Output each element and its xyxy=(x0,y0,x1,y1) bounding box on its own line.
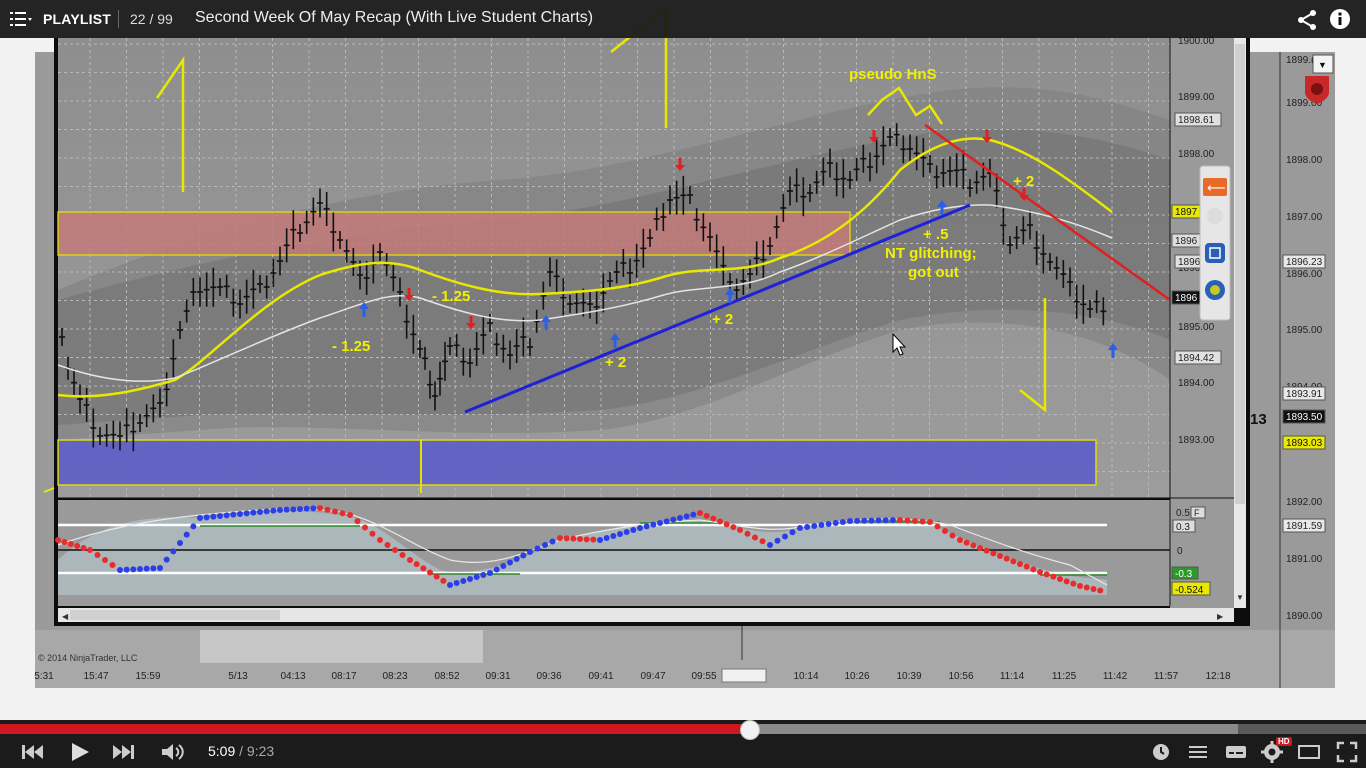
annotation-plus2-c: + 2 xyxy=(1013,173,1034,190)
playlist-position: 22 / 99 xyxy=(130,11,173,27)
svg-text:1897: 1897 xyxy=(1175,207,1198,218)
copyright: © 2014 NinjaTrader, LLC xyxy=(38,653,138,663)
svg-text:-0.3: -0.3 xyxy=(1175,569,1193,580)
time-label: 5/13 xyxy=(228,671,248,682)
time-label: 12:18 xyxy=(1205,671,1230,682)
time-label: 5:31 xyxy=(34,671,54,682)
playlist-label[interactable]: PLAYLIST xyxy=(43,11,111,27)
time-label: 09:47 xyxy=(640,671,665,682)
title-bar: PLAYLIST 22 / 99 Second Week Of May Reca… xyxy=(0,0,1366,38)
hd-badge: HD xyxy=(1276,737,1292,746)
time-label: 08:52 xyxy=(434,671,459,682)
inner-price-label: 1898.00 xyxy=(1178,149,1215,160)
time-label: 09:31 xyxy=(485,671,510,682)
svg-text:▼: ▼ xyxy=(1318,60,1327,70)
video-player[interactable]: pseudo HnS - 1.25 - 1.25 + 2 + 2 + 2 + .… xyxy=(0,0,1366,768)
annotation-plus05: + .5 xyxy=(923,226,948,243)
time-label: 15:59 xyxy=(135,671,160,682)
annotation-glitch-1: NT glitching; xyxy=(885,245,977,262)
label-13: 13 xyxy=(1250,411,1267,428)
svg-text:-0.524: -0.524 xyxy=(1175,585,1204,596)
captions-icon[interactable] xyxy=(1224,740,1248,764)
inner-price-label: 1899.00 xyxy=(1178,92,1215,103)
time-label: 08:17 xyxy=(331,671,356,682)
chart-screenshot: pseudo HnS - 1.25 - 1.25 + 2 + 2 + 2 + .… xyxy=(0,0,1366,720)
annotation-plus2-b: + 2 xyxy=(712,311,733,328)
svg-text:0: 0 xyxy=(1177,546,1183,557)
svg-text:◀: ◀ xyxy=(62,612,69,621)
time-label: 11:25 xyxy=(1052,671,1077,682)
time-label: 11:42 xyxy=(1103,671,1128,682)
outer-price-label: 1892.00 xyxy=(1286,497,1323,508)
fullscreen-icon[interactable] xyxy=(1335,740,1359,764)
svg-text:1896: 1896 xyxy=(1175,236,1198,247)
time-label: 10:39 xyxy=(896,671,921,682)
playlist-menu-icon[interactable] xyxy=(1186,740,1210,764)
time-label: 10:56 xyxy=(948,671,973,682)
annotation-minus125-a: - 1.25 xyxy=(332,338,370,355)
time-display: 5:09 / 9:23 xyxy=(208,743,274,759)
svg-text:0.5: 0.5 xyxy=(1176,508,1190,519)
svg-text:▼: ▼ xyxy=(1236,593,1244,602)
time-label: 15:47 xyxy=(83,671,108,682)
playlist-icon[interactable] xyxy=(10,10,32,28)
svg-text:▶: ▶ xyxy=(1217,612,1224,621)
svg-text:1891.59: 1891.59 xyxy=(1286,521,1323,532)
time-label: 04:13 xyxy=(280,671,305,682)
svg-text:1899.(: 1899.( xyxy=(1286,55,1315,66)
video-title[interactable]: Second Week Of May Recap (With Live Stud… xyxy=(195,9,593,27)
annotation-pseudo-hns: pseudo HnS xyxy=(849,66,937,83)
next-icon[interactable] xyxy=(112,740,136,764)
svg-text:F: F xyxy=(1194,508,1200,518)
prev-icon[interactable] xyxy=(20,740,44,764)
current-time: 5:09 xyxy=(208,743,236,759)
annotation-plus2-a: + 2 xyxy=(605,354,626,371)
svg-text:1896.23: 1896.23 xyxy=(1286,257,1323,268)
outer-price-label: 1895.00 xyxy=(1286,325,1323,336)
annotation-minus125-b: - 1.25 xyxy=(432,288,470,305)
inner-price-label: 1893.00 xyxy=(1178,435,1215,446)
support-zone xyxy=(57,439,1097,486)
time-label: 10:14 xyxy=(793,671,818,682)
svg-text:1893.03: 1893.03 xyxy=(1286,438,1323,449)
duration: / 9:23 xyxy=(239,743,275,759)
time-label: 09:55 xyxy=(691,671,716,682)
outer-price-label: 1898.00 xyxy=(1286,155,1323,166)
video-frame[interactable]: pseudo HnS - 1.25 - 1.25 + 2 + 2 + 2 + .… xyxy=(0,0,1366,720)
scrubber-handle[interactable] xyxy=(740,720,760,740)
svg-text:1893.50: 1893.50 xyxy=(1286,412,1323,423)
annotation-glitch-2: got out xyxy=(908,264,959,281)
share-icon[interactable] xyxy=(1296,9,1318,31)
time-label: 09:41 xyxy=(588,671,613,682)
theater-icon[interactable] xyxy=(1297,740,1321,764)
svg-text:1894.42: 1894.42 xyxy=(1178,353,1215,364)
svg-text:1896: 1896 xyxy=(1175,293,1198,304)
time-label: 09:36 xyxy=(536,671,561,682)
time-label: 08:23 xyxy=(382,671,407,682)
svg-text:1893.91: 1893.91 xyxy=(1286,389,1323,400)
divider xyxy=(118,10,119,28)
outer-price-label: 1891.00 xyxy=(1286,554,1323,565)
inner-price-label: 1894.00 xyxy=(1178,378,1215,389)
inner-price-label: 1895.00 xyxy=(1178,322,1215,333)
info-icon[interactable] xyxy=(1329,8,1351,30)
time-label: 10:26 xyxy=(844,671,869,682)
play-icon[interactable] xyxy=(68,740,92,764)
outer-price-label: 1896.00 xyxy=(1286,269,1323,280)
outer-price-label: 1897.00 xyxy=(1286,212,1323,223)
svg-text:⟵: ⟵ xyxy=(1207,181,1226,196)
time-label: 11:14 xyxy=(1000,671,1025,682)
progress-played xyxy=(0,724,750,734)
svg-text:0.3: 0.3 xyxy=(1176,522,1190,533)
svg-text:1898.61: 1898.61 xyxy=(1178,115,1215,126)
volume-icon[interactable] xyxy=(160,740,186,764)
time-label: 11:57 xyxy=(1154,671,1179,682)
watch-later-icon[interactable] xyxy=(1150,740,1172,764)
resistance-zone xyxy=(57,211,851,256)
outer-price-label: 1890.00 xyxy=(1286,611,1323,622)
